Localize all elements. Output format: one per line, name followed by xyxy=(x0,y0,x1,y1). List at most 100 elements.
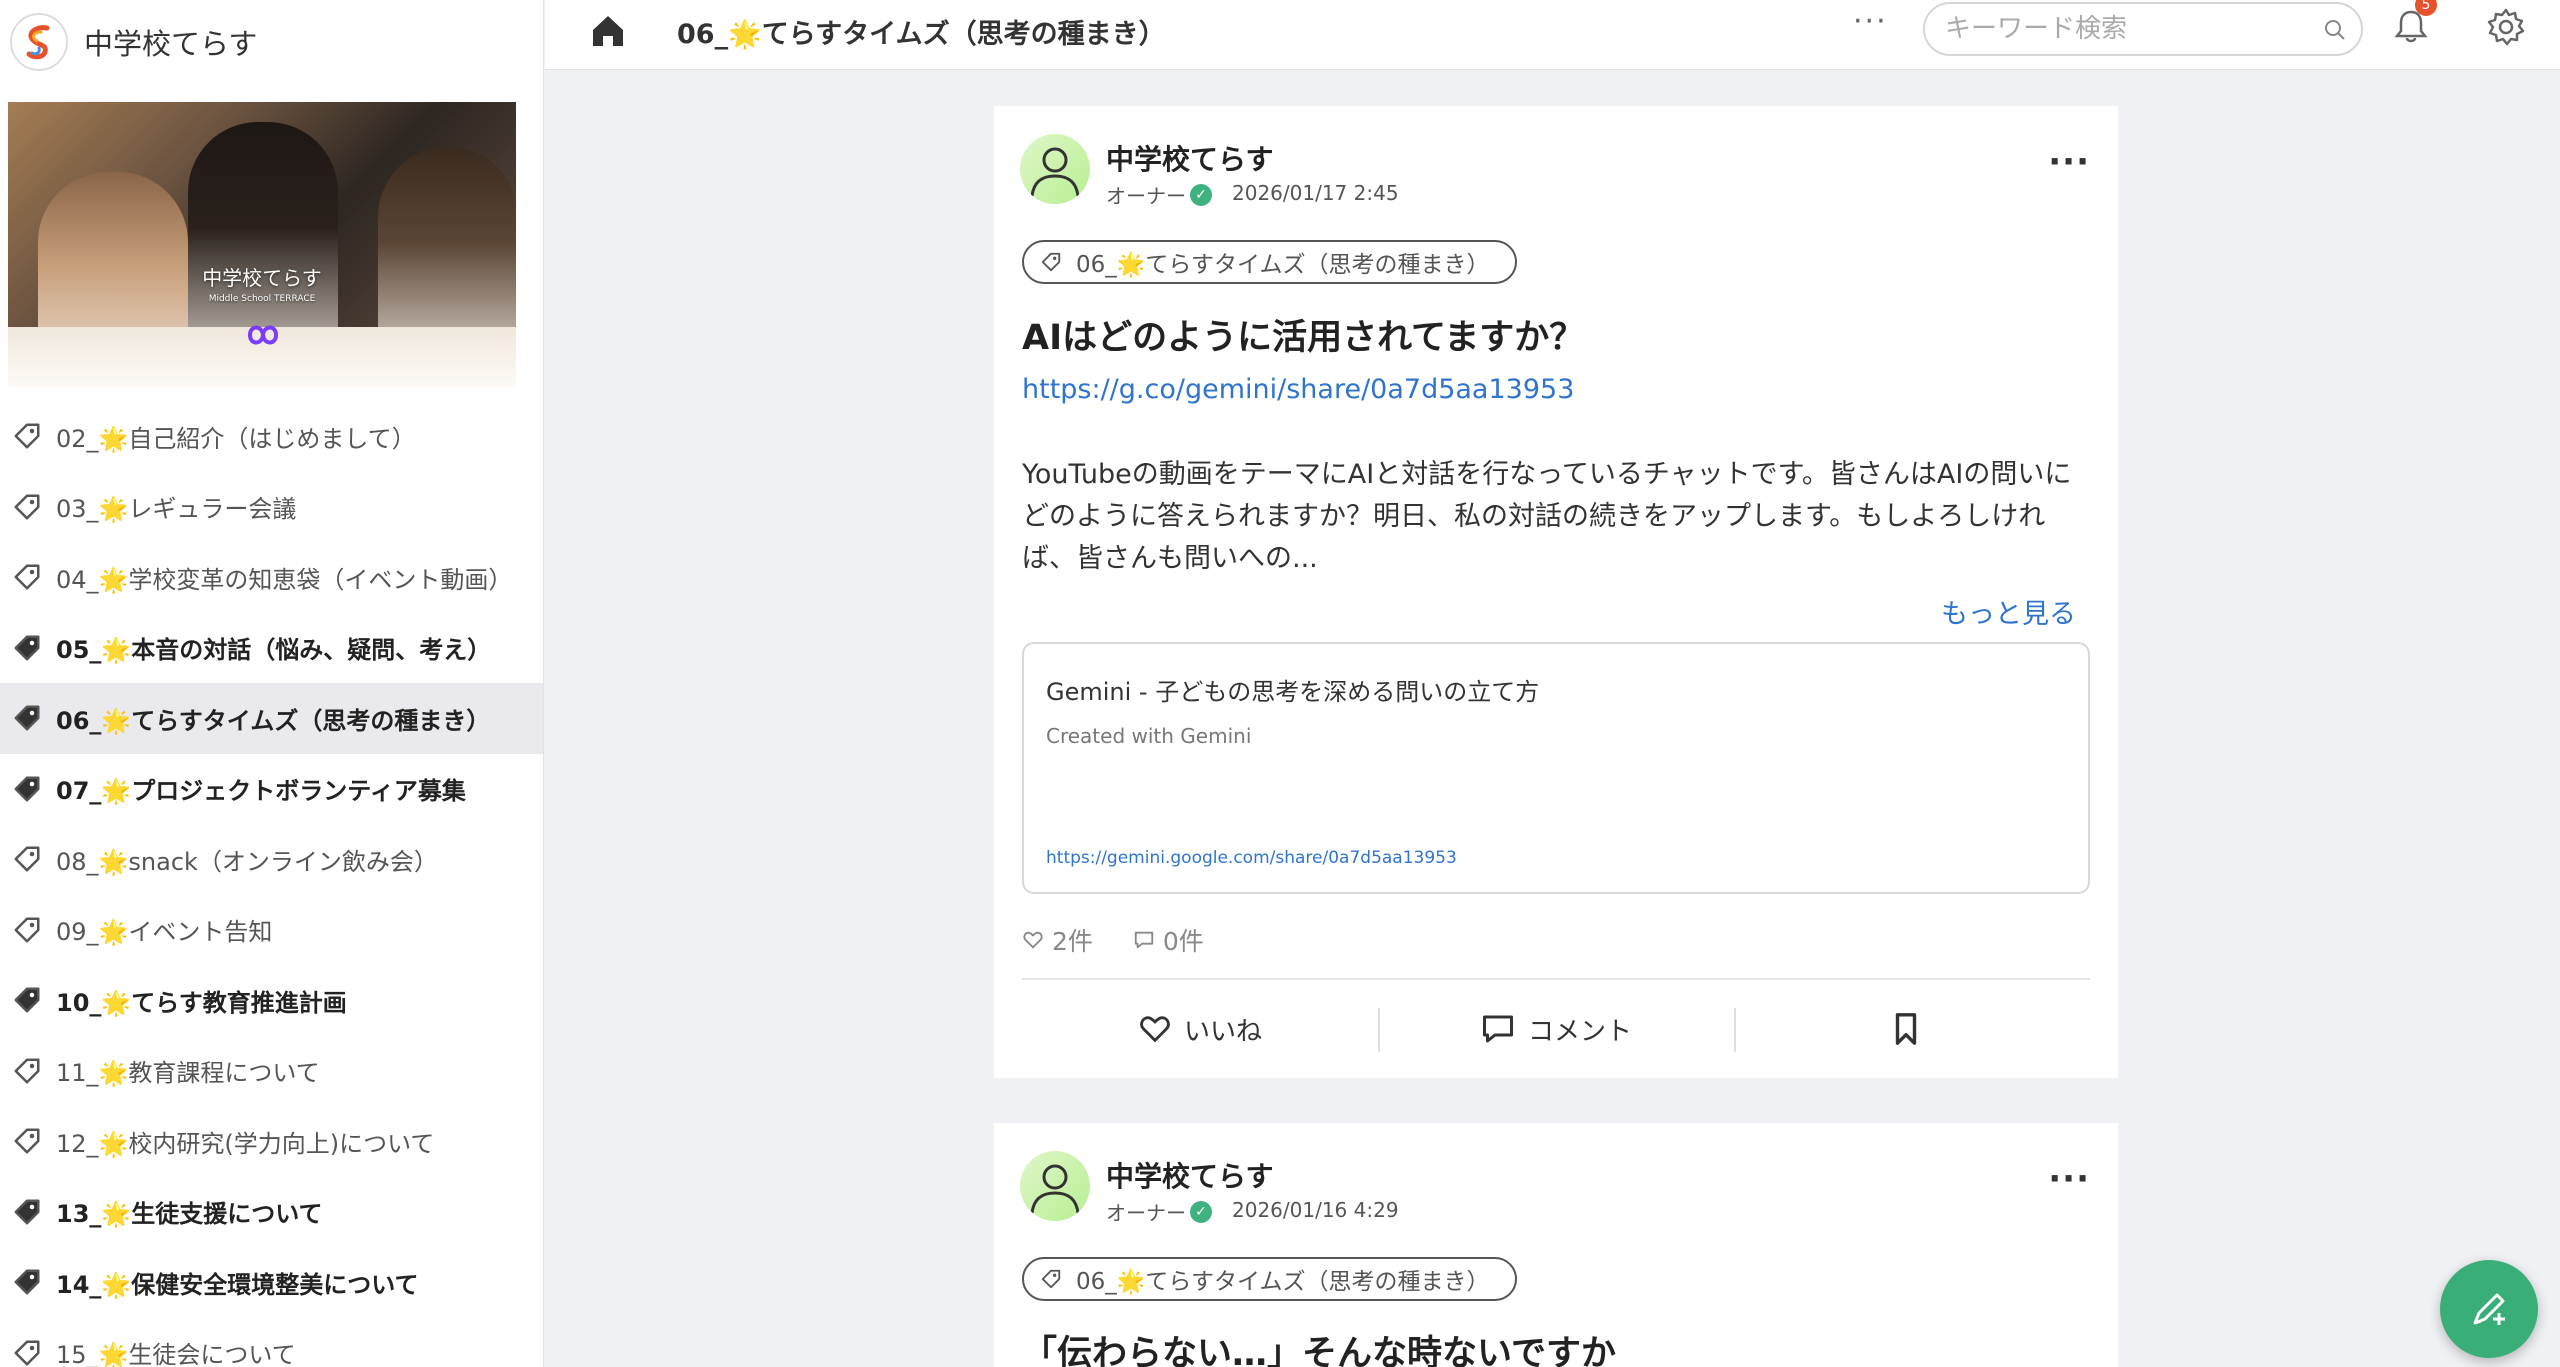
home-icon[interactable] xyxy=(589,12,627,50)
sidebar-category-label: 04_🌟学校変革の知恵袋（イベント動画） xyxy=(56,565,513,594)
verified-check-icon: ✓ xyxy=(1190,1200,1212,1223)
category-chip[interactable]: 06_🌟てらすタイムズ（思考の種まき） xyxy=(1022,1257,1518,1301)
sidebar-category-item[interactable]: 03_🌟レギュラー会議 xyxy=(0,472,543,543)
link-preview-description: Created with Gemini xyxy=(1046,724,1252,748)
tag-icon xyxy=(14,776,40,802)
comment-button[interactable]: コメント xyxy=(1378,996,1734,1062)
sidebar-category-item[interactable]: 13_🌟生徒支援について xyxy=(0,1177,543,1248)
tag-icon xyxy=(14,1269,40,1295)
category-chip[interactable]: 06_🌟てらすタイムズ（思考の種まき） xyxy=(1022,240,1518,284)
verified-check-icon: ✓ xyxy=(1190,183,1212,206)
sidebar-category-label: 10_🌟てらす教育推進計画 xyxy=(56,988,347,1017)
sidebar-category-item[interactable]: 07_🌟プロジェクトボランティア募集 xyxy=(0,754,543,825)
comment-icon xyxy=(1134,931,1154,949)
banner-subtitle: Middle School TERRACE xyxy=(208,294,316,304)
infinity-logo-icon xyxy=(247,325,279,345)
comment-icon xyxy=(1482,1015,1513,1043)
tag-icon xyxy=(1041,252,1061,272)
page-title: 06_🌟てらすタイムズ（思考の種まき） xyxy=(677,19,1166,50)
sidebar: 中学校てらす 中学校てらす Middle School TERRACE 02_🌟… xyxy=(0,0,544,1367)
post-card: 中学校てらす オーナー ✓ 2026/01/17 2:45 ··· 06_🌟てら… xyxy=(994,106,2118,1078)
community-logo xyxy=(10,13,68,71)
sidebar-category-item[interactable]: 02_🌟自己紹介（はじめまして） xyxy=(0,401,543,472)
community-header[interactable]: 中学校てらす xyxy=(0,0,543,84)
tag-icon xyxy=(14,1340,40,1366)
sidebar-category-item[interactable]: 12_🌟校内研究(学力向上)について xyxy=(0,1106,543,1177)
comment-count[interactable]: 0件 xyxy=(1133,922,1204,958)
bookmark-icon xyxy=(1895,1013,1917,1045)
post-more-button[interactable]: ··· xyxy=(2048,142,2090,182)
divider xyxy=(1022,978,2090,980)
community-banner: 中学校てらす Middle School TERRACE xyxy=(8,102,516,387)
more-menu-button[interactable]: ··· xyxy=(1853,4,1888,39)
sidebar-category-item[interactable]: 05_🌟本音の対話（悩み、疑問、考え） xyxy=(0,613,543,684)
sidebar-category-label: 11_🌟教育課程について xyxy=(56,1059,320,1088)
heart-icon xyxy=(1023,931,1043,949)
post-stats: 2件 0件 xyxy=(1022,922,1244,958)
sidebar-category-label: 12_🌟校内研究(学力向上)について xyxy=(56,1129,435,1158)
heart-icon xyxy=(1140,1016,1170,1043)
search-input[interactable] xyxy=(1945,14,2305,44)
sidebar-category-item[interactable]: 04_🌟学校変革の知恵袋（イベント動画） xyxy=(0,542,543,613)
tag-icon xyxy=(1041,1269,1061,1289)
comment-button-label: コメント xyxy=(1527,1016,1632,1047)
tag-icon xyxy=(14,564,40,590)
like-button[interactable]: いいね xyxy=(1022,996,1378,1062)
sidebar-category-label: 08_🌟snack（オンライン飲み会） xyxy=(56,847,438,876)
sidebar-category-label: 02_🌟自己紹介（はじめまして） xyxy=(56,424,416,453)
author-name[interactable]: 中学校てらす xyxy=(1106,1155,1273,1195)
post-more-button[interactable]: ··· xyxy=(2048,1159,2090,1199)
post-body: YouTubeの動画をテーマにAIと対話を行なっているチャットです。皆さんはAI… xyxy=(1022,459,2072,574)
like-count[interactable]: 2件 xyxy=(1022,922,1093,958)
search-box[interactable] xyxy=(1923,2,2363,56)
tag-icon xyxy=(14,635,40,661)
post-title[interactable]: 「伝わらない…」そんな時ないですか xyxy=(1022,1325,1616,1367)
post-card: 中学校てらす オーナー ✓ 2026/01/16 4:29 ··· 06_🌟てら… xyxy=(994,1123,2118,1367)
tag-icon xyxy=(14,1058,40,1084)
like-button-label: いいね xyxy=(1183,1016,1262,1047)
category-chip-label: 06_🌟てらすタイムズ（思考の種まき） xyxy=(1076,1269,1490,1295)
sidebar-category-label: 06_🌟てらすタイムズ（思考の種まき） xyxy=(56,706,491,735)
link-preview-card[interactable]: Gemini - 子どもの思考を深める問いの立て方 Created with G… xyxy=(1022,642,2090,894)
tag-icon xyxy=(14,494,40,520)
tag-icon xyxy=(14,423,40,449)
author-name[interactable]: 中学校てらす xyxy=(1106,138,1273,178)
sidebar-category-item[interactable]: 10_🌟てらす教育推進計画 xyxy=(0,965,543,1036)
category-list: 02_🌟自己紹介（はじめまして） 03_🌟レギュラー会議 04_🌟学校変革の知恵袋（… xyxy=(0,401,543,1367)
author-avatar[interactable] xyxy=(1020,1151,1090,1221)
user-icon xyxy=(1030,147,1080,197)
tag-icon xyxy=(14,1199,40,1225)
sidebar-category-item[interactable]: 15_🌟生徒会について xyxy=(0,1318,543,1367)
top-bar: 06_🌟てらすタイムズ（思考の種まき） ··· 5 xyxy=(545,0,2560,70)
author-role: オーナー ✓ xyxy=(1106,180,1212,209)
sidebar-category-item[interactable]: 09_🌟イベント告知 xyxy=(0,895,543,966)
bookmark-button[interactable] xyxy=(1734,996,2090,1062)
gear-icon[interactable] xyxy=(2485,6,2527,48)
tag-icon xyxy=(14,705,40,731)
sidebar-category-item[interactable]: 14_🌟保健安全環境整美について xyxy=(0,1247,543,1318)
post-link[interactable]: https://g.co/gemini/share/0a7d5aa13953 xyxy=(1022,374,1574,405)
sidebar-category-label: 05_🌟本音の対話（悩み、疑問、考え） xyxy=(56,636,492,665)
category-chip-label: 06_🌟てらすタイムズ（思考の種まき） xyxy=(1076,252,1490,278)
author-avatar[interactable] xyxy=(1020,134,1090,204)
link-preview-title: Gemini - 子どもの思考を深める問いの立て方 xyxy=(1046,678,1540,706)
post-title[interactable]: AIはどのように活用されてますか？ xyxy=(1022,309,1584,360)
sidebar-category-label: 13_🌟生徒支援について xyxy=(56,1200,323,1229)
tag-icon xyxy=(14,987,40,1013)
comment-count-label: 0件 xyxy=(1162,927,1204,956)
search-icon[interactable] xyxy=(2323,18,2347,42)
see-more-link[interactable]: もっと見る xyxy=(1941,592,2076,631)
tag-icon xyxy=(14,917,40,943)
new-post-button[interactable] xyxy=(2440,1260,2538,1358)
post-date: 2026/01/16 4:29 xyxy=(1232,1198,1399,1222)
sidebar-category-item[interactable]: 08_🌟snack（オンライン飲み会） xyxy=(0,824,543,895)
role-label: オーナー xyxy=(1106,1201,1186,1225)
post-date: 2026/01/17 2:45 xyxy=(1232,181,1399,205)
link-preview-url[interactable]: https://gemini.google.com/share/0a7d5aa1… xyxy=(1046,848,1457,868)
post-actions: いいね コメント xyxy=(1022,996,2090,1062)
sidebar-category-label: 03_🌟レギュラー会議 xyxy=(56,495,297,524)
banner-title: 中学校てらす xyxy=(202,266,322,290)
author-role: オーナー ✓ xyxy=(1106,1197,1212,1226)
sidebar-category-item[interactable]: 06_🌟てらすタイムズ（思考の種まき） xyxy=(0,683,543,754)
sidebar-category-item[interactable]: 11_🌟教育課程について xyxy=(0,1036,543,1107)
